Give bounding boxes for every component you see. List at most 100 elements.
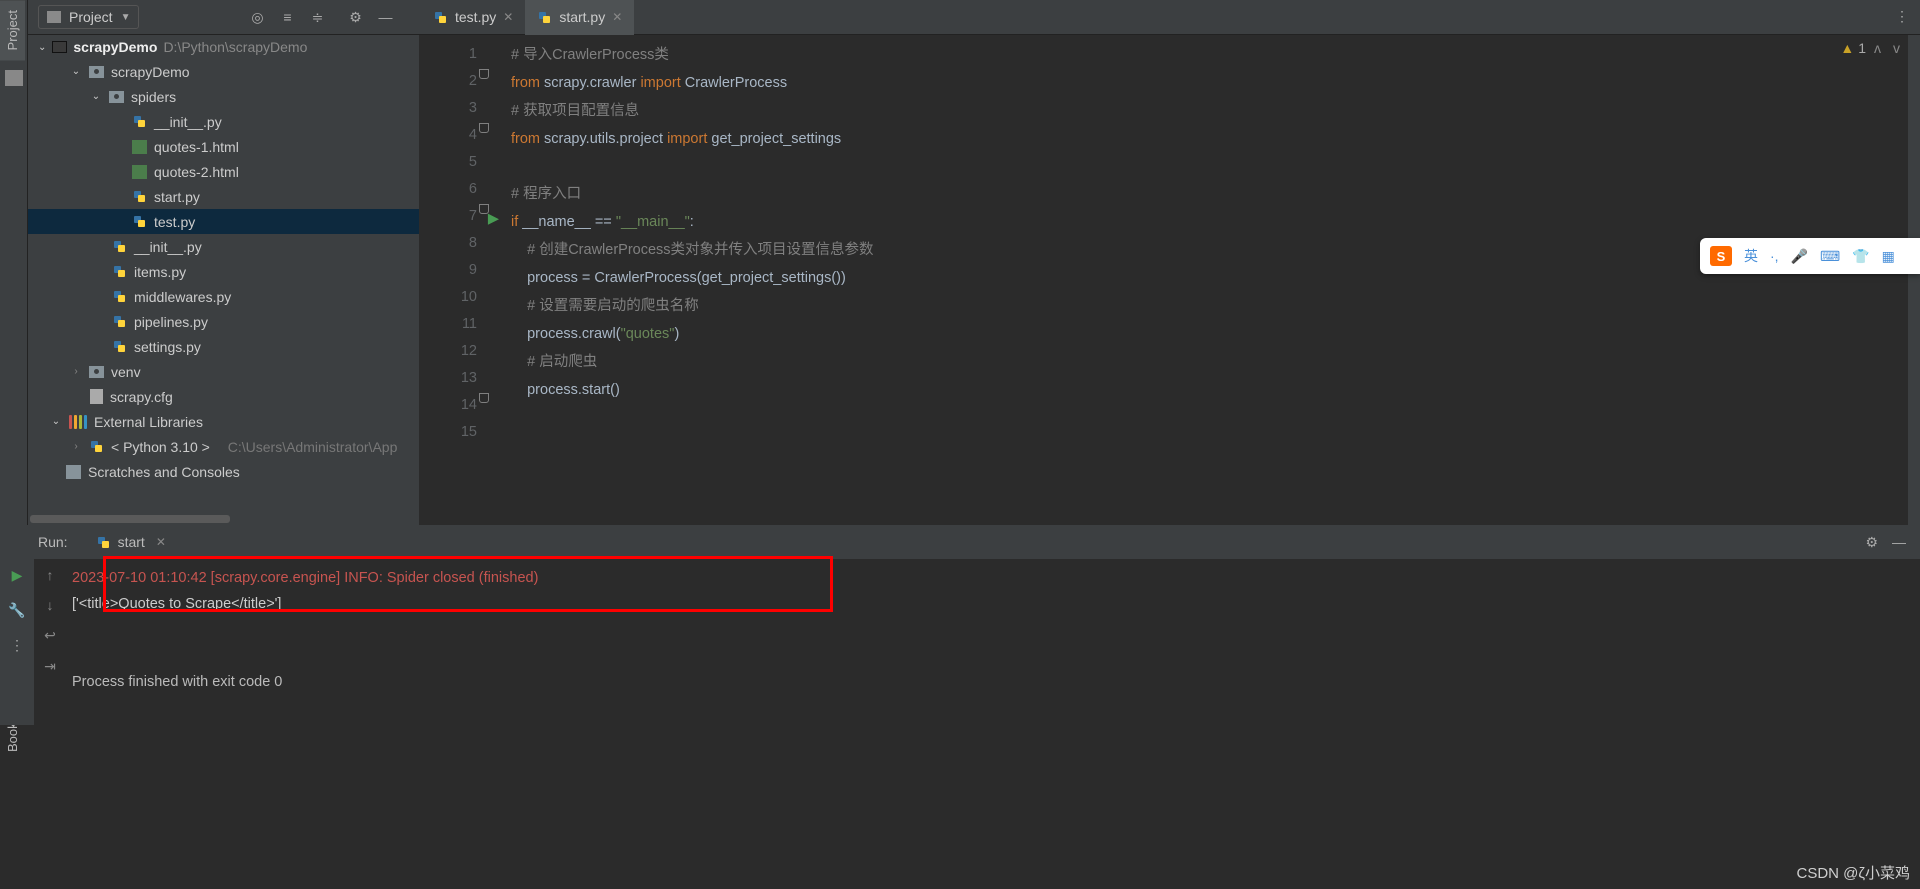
rerun-icon[interactable]: ▶ — [12, 567, 23, 584]
tree-root-path: D:\Python\scrapyDemo — [163, 39, 307, 55]
python-icon — [132, 214, 147, 229]
package-icon — [89, 66, 104, 78]
package-icon — [109, 91, 124, 103]
left-tool-tabs: Project — [0, 0, 28, 525]
file-icon — [90, 389, 103, 404]
tree-item[interactable]: __init__.py — [28, 109, 419, 134]
python-icon — [537, 10, 552, 25]
console-output[interactable]: 2023-07-10 01:10:42 [scrapy.core.engine]… — [66, 559, 1920, 725]
item-label: scrapy.cfg — [110, 389, 173, 405]
library-icon — [69, 415, 87, 429]
item-label: < Python 3.10 > — [111, 439, 210, 455]
editor-tabs: test.py ✕ start.py ✕ ⋮ — [419, 0, 1920, 35]
keyboard-icon[interactable]: ⌨ — [1820, 248, 1840, 265]
python-icon — [96, 535, 111, 550]
tree-item[interactable]: quotes-2.html — [28, 159, 419, 184]
up-icon[interactable]: ↑ — [47, 567, 54, 583]
item-label: start.py — [154, 189, 200, 205]
code-editor[interactable]: 123456 7▶ 89101112131415 # 导入CrawlerProc… — [419, 35, 1920, 525]
tree-item[interactable]: ⌄scrapyDemo — [28, 59, 419, 84]
tree-item[interactable]: start.py — [28, 184, 419, 209]
tree-item[interactable]: scrapy.cfg — [28, 384, 419, 409]
python-icon — [112, 314, 127, 329]
more-icon[interactable]: ⋮ — [10, 637, 24, 654]
python-icon — [112, 239, 127, 254]
run-tool-window: Run: start ✕ ⚙ — ▶ 🔧 ⋮ ↑ ↓ ↩ ⇥ 2023-07-1… — [0, 525, 1920, 725]
tab-test[interactable]: test.py ✕ — [421, 0, 525, 35]
tree-root-name[interactable]: scrapyDemo — [73, 39, 157, 55]
horizontal-scrollbar[interactable] — [28, 513, 419, 525]
python-icon — [112, 264, 127, 279]
run-tab-label: start — [118, 534, 145, 550]
tree-item[interactable]: ›venv — [28, 359, 419, 384]
project-tab-label: Project — [5, 10, 20, 50]
run-tab[interactable]: start ✕ — [86, 527, 176, 557]
mic-icon[interactable]: 🎤 — [1791, 248, 1808, 265]
item-label: venv — [111, 364, 141, 380]
close-icon[interactable]: ✕ — [156, 535, 166, 549]
inspection-widget[interactable]: ▲ 1 ʌ v — [1840, 40, 1904, 56]
tree-item[interactable]: ›< Python 3.10 > C:\Users\Administrator\… — [28, 434, 419, 459]
ime-toolbar[interactable]: S 英 ·, 🎤 ⌨ 👕 ▦ — [1700, 238, 1920, 274]
minimize-icon[interactable]: — — [1892, 534, 1906, 551]
grid-icon[interactable]: ▦ — [1882, 248, 1895, 265]
item-label: __init__.py — [154, 114, 222, 130]
project-tree[interactable]: ⌄ scrapyDemo D:\Python\scrapyDemo ⌄scrap… — [28, 35, 419, 525]
project-dropdown[interactable]: Project ▼ — [38, 5, 139, 29]
chevron-down-icon[interactable]: ⌄ — [38, 42, 46, 53]
tree-item[interactable]: middlewares.py — [28, 284, 419, 309]
tree-item[interactable]: items.py — [28, 259, 419, 284]
explorer-icon[interactable] — [5, 70, 23, 86]
prev-icon[interactable]: ʌ — [1870, 40, 1885, 56]
tree-item[interactable]: quotes-1.html — [28, 134, 419, 159]
scroll-icon[interactable]: ⇥ — [44, 658, 56, 675]
python-icon — [132, 114, 147, 129]
project-tool-tab[interactable]: Project — [0, 0, 25, 60]
tree-item[interactable]: settings.py — [28, 334, 419, 359]
minimize-icon[interactable]: — — [377, 9, 393, 25]
item-label: quotes-1.html — [154, 139, 239, 155]
console-exit: Process finished with exit code 0 — [72, 669, 1914, 695]
project-folder-icon — [52, 41, 67, 53]
wrench-icon[interactable]: 🔧 — [8, 602, 25, 619]
item-label: External Libraries — [94, 414, 203, 430]
vertical-scrollbar[interactable] — [1908, 35, 1920, 525]
console-toolbar: ↑ ↓ ↩ ⇥ — [34, 559, 66, 725]
settings-icon[interactable]: ⚙ — [1865, 534, 1878, 551]
tab-start[interactable]: start.py ✕ — [525, 0, 634, 35]
python-icon — [112, 289, 127, 304]
next-icon[interactable]: v — [1889, 40, 1904, 56]
shirt-icon[interactable]: 👕 — [1852, 248, 1869, 265]
item-label: test.py — [154, 214, 195, 230]
item-label: items.py — [134, 264, 186, 280]
tree-item[interactable]: ⌄External Libraries — [28, 409, 419, 434]
tree-item[interactable]: Scratches and Consoles — [28, 459, 419, 484]
close-icon[interactable]: ✕ — [503, 10, 513, 24]
item-path: C:\Users\Administrator\App — [228, 439, 398, 455]
item-label: settings.py — [134, 339, 201, 355]
settings-icon[interactable]: ⚙ — [347, 9, 363, 25]
target-icon[interactable]: ◎ — [249, 9, 265, 25]
ime-logo-icon: S — [1710, 246, 1732, 266]
ime-punct-icon[interactable]: ·, — [1770, 248, 1779, 264]
collapse-icon[interactable]: ≑ — [309, 9, 325, 25]
ime-lang[interactable]: 英 — [1744, 246, 1758, 266]
tabs-more-icon[interactable]: ⋮ — [1895, 8, 1910, 25]
item-label: Scratches and Consoles — [88, 464, 240, 480]
item-label: spiders — [131, 89, 176, 105]
scratches-icon — [66, 465, 81, 479]
tree-item[interactable]: __init__.py — [28, 234, 419, 259]
gutter: 123456 7▶ 89101112131415 — [419, 35, 477, 525]
folder-icon — [47, 11, 61, 23]
tab-label: start.py — [559, 9, 605, 25]
soft-wrap-icon[interactable]: ↩ — [44, 627, 56, 644]
folder-icon — [89, 366, 104, 378]
item-label: pipelines.py — [134, 314, 208, 330]
code-text[interactable]: # 导入CrawlerProcess类 from scrapy.crawler … — [491, 35, 874, 525]
close-icon[interactable]: ✕ — [612, 10, 622, 24]
tree-item-selected[interactable]: test.py — [28, 209, 419, 234]
tree-item[interactable]: ⌄spiders — [28, 84, 419, 109]
expand-icon[interactable]: ≡ — [279, 9, 295, 25]
tree-item[interactable]: pipelines.py — [28, 309, 419, 334]
down-icon[interactable]: ↓ — [47, 597, 54, 613]
